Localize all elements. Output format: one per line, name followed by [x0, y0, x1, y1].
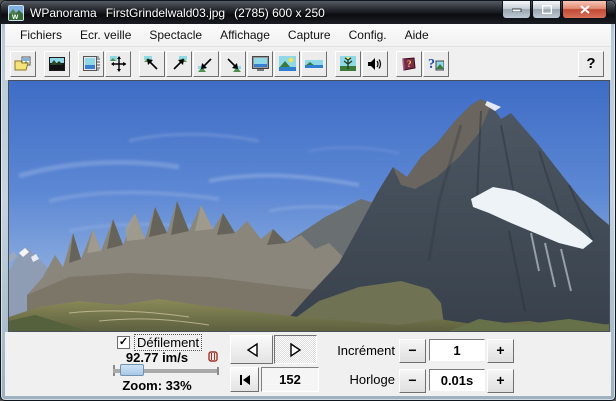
align-top-left-icon — [144, 55, 158, 70]
menu-spectacle[interactable]: Spectacle — [140, 25, 211, 45]
sound-button[interactable] — [362, 50, 388, 77]
toolbar: ? ? ? — [5, 46, 611, 80]
help-book-icon: ? — [402, 56, 416, 71]
app-icon: w — [8, 4, 24, 21]
increment-plus-button[interactable]: + — [487, 339, 514, 363]
slideshow-antenna-icon — [340, 56, 356, 71]
stretch-image-button[interactable] — [301, 50, 327, 77]
increment-label: Incrément — [337, 343, 395, 358]
go-to-start-button[interactable] — [230, 367, 259, 392]
help-book-button[interactable]: ? — [396, 50, 422, 77]
triangle-left-icon — [246, 342, 258, 357]
align-bottom-right-button[interactable] — [220, 50, 246, 77]
menu-aide[interactable]: Aide — [396, 25, 438, 45]
defilement-label[interactable]: Défilement — [133, 334, 203, 351]
align-bottom-left-icon — [198, 57, 212, 72]
panorama-viewport[interactable] — [8, 80, 610, 332]
scroll-right-button[interactable] — [274, 335, 317, 364]
menu-ecr-veille[interactable]: Ecr. veille — [71, 25, 140, 45]
sound-icon — [368, 57, 382, 70]
wpanorama-window: w WPanorama FirstGrindelwald03.jpg (2785) … — [0, 0, 616, 401]
full-screen-button[interactable] — [247, 50, 273, 77]
open-file-icon — [14, 56, 31, 70]
menu-capture[interactable]: Capture — [279, 25, 340, 45]
increment-minus-button[interactable]: − — [399, 339, 426, 363]
control-panel: ✓ Défilement 92.77 im/s Zoom: 33% 152 In… — [5, 332, 611, 396]
menu-config[interactable]: Config. — [340, 25, 396, 45]
about-button[interactable]: ? — [423, 50, 449, 77]
screensaver-preview-icon — [49, 56, 65, 71]
slider-thumb[interactable] — [120, 364, 144, 376]
fit-image-icon — [278, 56, 296, 71]
defilement-checkbox[interactable]: ✓ — [117, 336, 130, 349]
align-top-right-icon — [173, 55, 187, 70]
slideshow-antenna-button[interactable] — [335, 50, 361, 77]
close-icon — [579, 5, 590, 14]
align-top-right-button[interactable] — [166, 50, 192, 77]
svg-text:w: w — [11, 12, 19, 21]
titlebar[interactable]: w WPanorama FirstGrindelwald03.jpg (2785) … — [1, 1, 615, 24]
fit-image-button[interactable] — [274, 50, 300, 77]
slider-end-tick — [217, 367, 219, 375]
full-screen-icon — [251, 56, 269, 71]
window-title: WPanorama FirstGrindelwald03.jpg (2785) 60… — [30, 5, 325, 20]
horloge-label: Horloge — [349, 372, 395, 387]
pan-arrows-icon — [110, 55, 126, 72]
close-button[interactable] — [562, 1, 607, 19]
frame-counter: 152 — [261, 367, 319, 392]
increment-value: 1 — [429, 339, 485, 361]
svg-text:?: ? — [428, 57, 435, 71]
svg-text:?: ? — [407, 59, 412, 69]
zoom-value: Zoom: 33% — [122, 378, 192, 393]
horloge-minus-button[interactable]: − — [399, 369, 426, 393]
menu-fichiers[interactable]: Fichiers — [11, 25, 71, 45]
horloge-value: 0.01s — [429, 369, 485, 391]
align-bottom-left-button[interactable] — [193, 50, 219, 77]
stretch-image-icon — [305, 59, 323, 68]
help-button[interactable]: ? — [578, 51, 604, 77]
minimize-button[interactable] — [502, 1, 531, 19]
menubar: Fichiers Ecr. veille Spectacle Affichage… — [5, 24, 611, 46]
speed-indicator-icon — [208, 351, 218, 362]
minimize-icon — [511, 8, 521, 12]
panorama-window-icon — [82, 56, 99, 71]
triangle-right-icon — [289, 342, 301, 357]
pan-arrows-button[interactable] — [105, 50, 131, 77]
menu-affichage[interactable]: Affichage — [211, 25, 279, 45]
panorama-window-button[interactable] — [78, 50, 104, 77]
maximize-button[interactable] — [532, 1, 561, 19]
open-file-button[interactable] — [10, 50, 36, 77]
skip-to-start-icon — [239, 374, 250, 385]
align-bottom-right-icon — [227, 57, 241, 72]
scroll-left-button[interactable] — [230, 335, 273, 364]
about-icon: ? — [428, 57, 444, 71]
speed-slider[interactable] — [113, 364, 219, 377]
speed-value: 92.77 im/s — [125, 350, 189, 365]
screensaver-preview-button[interactable] — [44, 50, 70, 77]
maximize-icon — [541, 5, 552, 14]
panorama-image — [9, 81, 609, 331]
align-top-left-button[interactable] — [139, 50, 165, 77]
horloge-plus-button[interactable]: + — [487, 369, 514, 393]
